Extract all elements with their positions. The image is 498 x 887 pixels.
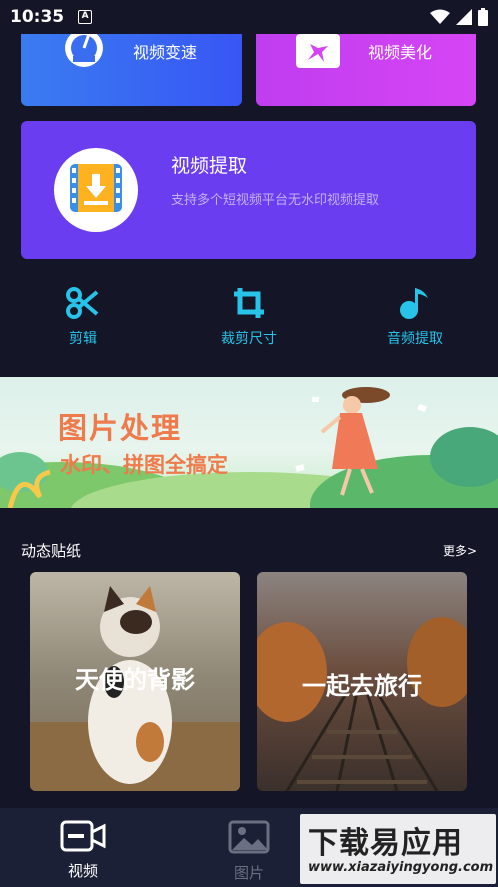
status-icons [430,8,488,26]
watermark-logo: 下载易应用 www.xiazaiyingyong.com [300,814,496,884]
tool-crop[interactable]: 裁剪尺寸 [189,286,309,348]
video-camera-icon [60,820,106,852]
sticker-card-angel[interactable]: 天使的背影 [30,572,240,791]
sticker-caption-angel: 天使的背影 [75,666,195,694]
video-speed-label: 视频变速 [133,43,198,62]
status-time: 10:35 [10,7,65,27]
tool-edit[interactable]: 剪辑 [23,286,143,348]
film-download-icon [70,164,122,212]
crop-icon [234,288,264,318]
tool-audio-extract[interactable]: 音频提取 [355,286,475,348]
more-link[interactable]: 更多> [443,542,477,559]
video-speed-card[interactable]: 视频变速 [21,30,242,106]
section-title: 动态贴纸 [21,542,82,560]
image-processing-banner[interactable]: 图片处理 水印、拼图全搞定 [0,377,498,508]
signal-icon [456,9,472,25]
video-beautify-card[interactable]: 视频美化 [256,30,476,106]
tool-crop-label: 裁剪尺寸 [221,331,277,347]
banner-headline: 图片处理 [58,411,183,445]
watermark-title: 下载易应用 [308,826,463,861]
wifi-icon [430,9,450,24]
image-icon [228,820,270,854]
video-extract-title: 视频提取 [171,155,248,177]
tool-row: 剪辑 裁剪尺寸 音频提取 [0,286,498,348]
sticker-card-travel[interactable]: 一起去旅行 [257,572,467,791]
clapperboard-icon [296,34,340,68]
nav-tab-video-label: 视频 [67,862,98,880]
video-extract-card[interactable]: 视频提取 支持多个短视频平台无水印视频提取 [21,121,476,259]
sticker-caption-travel: 一起去旅行 [302,672,422,700]
sticker-section-header: 动态贴纸 更多> [21,540,477,560]
nav-tab-image-label: 图片 [233,864,264,882]
speedometer-icon [65,30,103,67]
status-bar: 10:35 A [0,0,498,34]
tool-audio-extract-label: 音频提取 [387,331,443,347]
watermark-url: www.xiazaiyingyong.com [308,860,494,875]
notification-badge-icon: A [78,10,93,24]
nav-tab-video[interactable]: 视频 [43,820,123,881]
banner-subline: 水印、拼图全搞定 [60,453,228,477]
tool-edit-label: 剪辑 [69,331,97,347]
scissors-icon [66,287,99,319]
video-beautify-label: 视频美化 [368,43,433,62]
extract-icon-circle [54,148,138,232]
nav-tab-image[interactable]: 图片 [209,820,289,883]
video-extract-subtitle: 支持多个短视频平台无水印视频提取 [171,193,380,208]
battery-icon [478,8,488,26]
music-note-icon [400,288,428,319]
